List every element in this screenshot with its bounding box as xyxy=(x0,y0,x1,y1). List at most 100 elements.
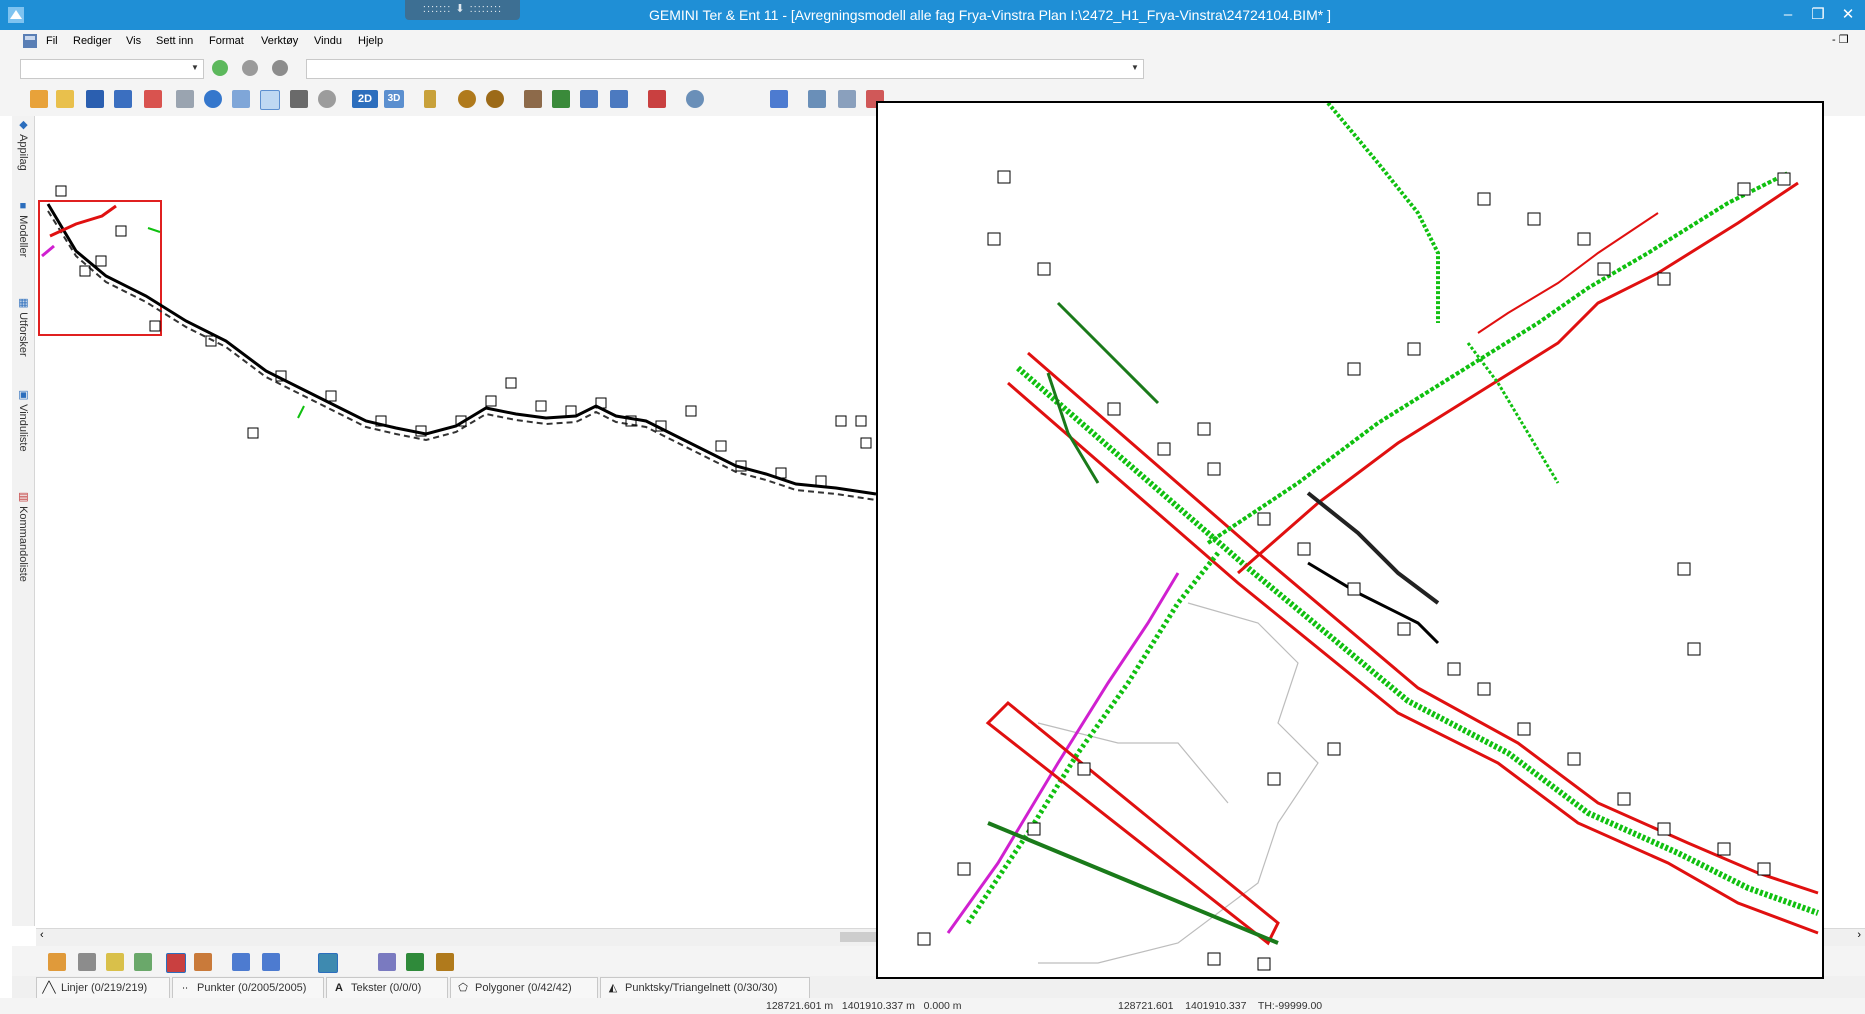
pointcloud-icon: ◭ xyxy=(608,982,618,994)
chevron-right-icon[interactable]: › xyxy=(1857,929,1861,941)
accept-icon[interactable] xyxy=(212,60,228,76)
eye-icon[interactable] xyxy=(458,90,476,108)
layer-icon[interactable] xyxy=(232,953,250,971)
layer-combobox[interactable]: ▼ xyxy=(20,59,204,79)
side-tab-appilag-label: Appilag xyxy=(17,134,29,171)
polygon-icon: ⬠ xyxy=(458,982,468,994)
road-northeast-center xyxy=(1206,171,1789,545)
image-icon[interactable] xyxy=(838,90,856,108)
mdi-window-controls[interactable]: - ❒ xyxy=(1832,33,1849,46)
cancel-icon[interactable] xyxy=(242,60,258,76)
side-tab-utforsker-label: Utforsker xyxy=(17,312,29,357)
explorer-icon: ▦ xyxy=(17,296,29,309)
redraw-icon[interactable] xyxy=(648,90,666,108)
tab-punktsky-label: Punktsky/Triangelnett (0/30/30) xyxy=(625,982,778,994)
magenta-alignment xyxy=(946,572,1180,934)
scrollbar-thumb[interactable] xyxy=(840,932,880,942)
tab-polygoner[interactable]: ⬠ Polygoner (0/42/42) xyxy=(450,977,598,999)
measure-icon[interactable] xyxy=(378,953,396,971)
status-coordinates-cursor: 128721.601 1401910.337 TH:-99999.00 xyxy=(1118,1000,1323,1012)
chevron-left-icon[interactable]: ‹ xyxy=(40,929,44,941)
restore-button[interactable]: ❒ xyxy=(1804,4,1832,26)
side-tab-modeller-label: Modeller xyxy=(17,215,29,258)
person-icon[interactable] xyxy=(424,90,436,108)
globe-icon[interactable] xyxy=(204,90,222,108)
side-tab-vinduliste-label: Vinduliste xyxy=(17,404,29,452)
ortho-icon[interactable] xyxy=(106,953,124,971)
menu-rediger[interactable]: Rediger xyxy=(73,33,112,49)
side-tab-vinduliste[interactable]: ▣ Vinduliste xyxy=(14,388,32,452)
side-tab-appilag[interactable]: ◆ Appilag xyxy=(14,118,32,171)
side-tab-utforsker[interactable]: ▦ Utforsker xyxy=(14,296,32,357)
properties-icon[interactable] xyxy=(808,90,826,108)
red-feature xyxy=(49,204,117,238)
zoom-window-icon[interactable] xyxy=(610,90,628,108)
intersection-detail-drawing xyxy=(917,103,1820,971)
tab-punkter-label: Punkter (0/2005/2005) xyxy=(197,982,307,994)
tab-punktsky[interactable]: ◭ Punktsky/Triangelnett (0/30/30) xyxy=(600,977,810,999)
menu-vindu[interactable]: Vindu xyxy=(314,33,342,49)
road-northeast-edge xyxy=(1237,181,1799,575)
alignment-offset xyxy=(47,210,877,501)
help-icon[interactable] xyxy=(770,90,788,108)
filter-icon[interactable] xyxy=(262,953,280,971)
app-icon[interactable] xyxy=(6,5,26,25)
road-north-red xyxy=(1477,212,1659,334)
window-title: GEMINI Ter & Ent 11 - [Avregningsmodell … xyxy=(649,7,1331,23)
close-button[interactable]: ✕ xyxy=(1834,4,1862,26)
render-icon[interactable] xyxy=(290,90,308,108)
sphere-icon[interactable] xyxy=(318,90,336,108)
green-feature xyxy=(147,227,161,233)
tracking-icon[interactable] xyxy=(194,953,212,971)
grid-snap-icon[interactable] xyxy=(78,953,96,971)
search-icon[interactable] xyxy=(686,90,704,108)
save-as-icon[interactable] xyxy=(114,90,132,108)
save-icon[interactable] xyxy=(86,90,104,108)
tab-linjer[interactable]: ╱╲ Linjer (0/219/219) xyxy=(36,977,170,999)
selection-icon[interactable] xyxy=(318,953,338,973)
menu-verktoy[interactable]: Verktøy xyxy=(261,33,298,49)
side-tab-modeller[interactable]: ■ Modeller xyxy=(14,200,32,257)
open-folder-icon[interactable] xyxy=(56,90,74,108)
layers-icon[interactable] xyxy=(232,90,250,108)
terrain-profile-icon[interactable] xyxy=(406,953,424,971)
status-coordinates-model: 128721.601 m 1401910.337 m 0.000 m xyxy=(766,1000,962,1012)
snap-icon[interactable] xyxy=(48,953,66,971)
cube-icon: ◆ xyxy=(17,118,29,131)
menu-hjelp[interactable]: Hjelp xyxy=(358,33,383,49)
new-icon[interactable] xyxy=(30,90,48,108)
tab-tekster[interactable]: A Tekster (0/0/0) xyxy=(326,977,448,999)
network-icon[interactable] xyxy=(436,953,454,971)
object-snap-icon[interactable] xyxy=(166,953,186,973)
side-panel: ◆ Appilag ■ Modeller ▦ Utforsker ▣ Vindu… xyxy=(12,116,35,926)
document-icon[interactable] xyxy=(22,33,38,49)
menu-sett-inn[interactable]: Sett inn xyxy=(156,33,193,49)
darkgreen-line-west xyxy=(1056,301,1160,405)
print-icon[interactable] xyxy=(176,90,194,108)
side-tab-kommandoliste[interactable]: ▤ Kommandoliste xyxy=(14,490,32,582)
view-2d-button[interactable]: 2D xyxy=(352,90,378,108)
minimize-button[interactable]: – xyxy=(1774,4,1802,26)
road-edge-south xyxy=(1007,381,1819,935)
eye-settings-icon[interactable] xyxy=(486,90,504,108)
point-markers xyxy=(55,185,872,487)
copy-icon[interactable] xyxy=(524,90,542,108)
alignment-centerline xyxy=(46,203,877,496)
tab-punkter[interactable]: ∙∙ Punkter (0/2005/2005) xyxy=(172,977,324,999)
window-list-icon: ▣ xyxy=(17,388,29,401)
close-file-icon[interactable] xyxy=(144,90,162,108)
touch-grip[interactable]: ::::::: ⬇ :::::::: xyxy=(405,0,520,20)
menu-vis[interactable]: Vis xyxy=(126,33,141,49)
magenta-feature xyxy=(41,244,55,258)
stop-icon[interactable] xyxy=(272,60,288,76)
text-icon: A xyxy=(335,982,343,994)
command-combobox[interactable]: ▼ xyxy=(306,59,1144,79)
black-curve xyxy=(1306,491,1440,605)
terrain-icon[interactable] xyxy=(552,90,570,108)
draw-mode-icon[interactable] xyxy=(260,90,280,110)
zoom-extent-icon[interactable] xyxy=(580,90,598,108)
menu-fil[interactable]: Fil xyxy=(46,33,58,49)
view-3d-button[interactable]: 3D xyxy=(384,90,404,108)
polar-icon[interactable] xyxy=(134,953,152,971)
menu-format[interactable]: Format xyxy=(209,33,244,49)
